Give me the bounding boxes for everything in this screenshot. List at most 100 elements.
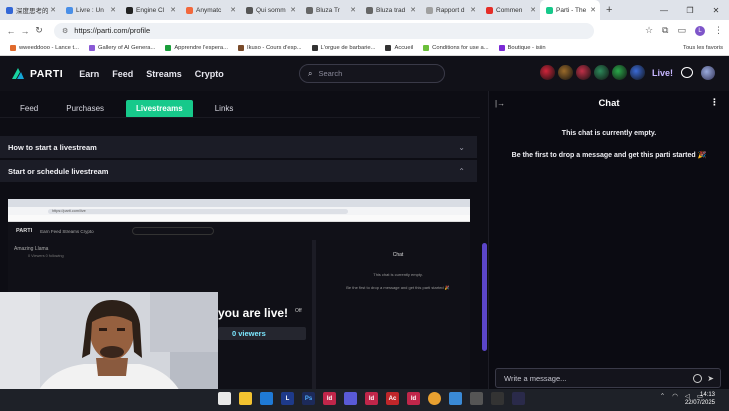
nav-item-crypto[interactable]: Crypto [195,69,224,79]
new-tab-icon[interactable]: + [600,4,618,16]
sidebar-icon[interactable]: ▭ [677,25,686,36]
indesign-3-icon[interactable]: Id [407,392,420,405]
nested-chat-first: Be the first to drop a message and get t… [346,285,450,290]
bookmark-item[interactable]: Apprendre l'espera... [165,45,228,51]
bookmark-item[interactable]: Accueil [385,45,413,51]
achievement-badge-icon[interactable] [557,65,573,80]
maximize-icon[interactable]: ❐ [677,6,703,15]
nested-search [131,227,214,235]
send-icon[interactable]: ➤ [707,374,714,383]
achievement-badge-icon[interactable] [629,65,645,80]
tab-close-icon[interactable]: ✕ [110,6,120,14]
tab-close-icon[interactable]: ✕ [170,6,180,14]
chrome-icon[interactable] [428,392,441,405]
emoji-icon[interactable] [693,373,703,383]
bookmark-item[interactable]: Boutique - isiin [498,45,546,51]
user-avatar[interactable] [701,65,715,80]
tab-close-icon[interactable]: ✕ [50,6,60,14]
nav-item-earn[interactable]: Earn [79,69,99,79]
browser-tab[interactable]: Anymatc ✕ [180,0,240,20]
bookmark-item[interactable]: wweeddooo - Lance t... [10,45,79,51]
browser-tab[interactable]: Rapport d ✕ [420,0,480,20]
browser-profile-avatar[interactable]: L [695,25,705,36]
nested-scroll-divider [312,240,316,389]
tab-close-icon[interactable]: ✕ [590,6,600,14]
indesign-icon[interactable]: Id [323,392,336,405]
achievement-badge-icon[interactable] [575,65,591,80]
search-input[interactable] [318,69,429,78]
acrobat-icon[interactable]: Ac [386,392,399,405]
tray-chevron-icon[interactable]: ⌃ [660,392,665,400]
tab-favicon-icon [246,6,253,14]
tab-favicon-icon [66,6,73,14]
nested-chat-title: Chat [392,252,404,258]
obs-icon[interactable] [491,392,504,405]
taskbar-app-2-icon[interactable] [449,392,462,405]
browser-tab[interactable]: Bluza trad ✕ [360,0,420,20]
message-input[interactable] [504,373,684,383]
browser-tab[interactable]: Engine Cl ✕ [120,0,180,20]
taskbar-clock[interactable]: 14:13 22/07/2025 [685,391,715,407]
bookmark-label: Apprendre l'espera... [174,45,228,51]
search-box[interactable]: ⌕ [299,64,445,83]
extensions-icon[interactable]: ⧉ [662,25,668,36]
edge-browser-icon[interactable] [260,392,273,405]
browser-menu-icon[interactable]: ⋮ [714,25,723,36]
vertical-scrollbar[interactable] [480,91,488,389]
browser-tab[interactable]: Qui somm ✕ [240,0,300,20]
bookmark-item[interactable]: Ikuso - Cours d'esp... [237,45,302,51]
bookmark-star-icon[interactable]: ☆ [645,25,653,36]
minimize-icon[interactable]: — [651,6,677,15]
app-l-icon[interactable]: L [281,392,294,405]
taskbar-app-icon[interactable] [218,392,231,405]
bookmark-item[interactable]: L'orgue de barbarie... [311,45,376,51]
photoshop-icon[interactable]: Ps [302,392,315,405]
wifi-icon[interactable]: ◠ [672,392,678,400]
browser-tab[interactable]: Commen ✕ [480,0,540,20]
tab-close-icon[interactable]: ✕ [350,6,360,14]
discord-icon[interactable] [512,392,525,405]
tab-livestreams[interactable]: Livestreams [126,99,193,118]
chevron-down-icon: ⌄ [458,142,465,152]
live-link[interactable]: Live! [652,68,673,78]
tab-close-icon[interactable]: ✕ [290,6,300,14]
file-explorer-icon[interactable] [239,392,252,405]
forward-icon[interactable]: → [18,26,32,36]
bookmark-item[interactable]: Gallery of AI Genera... [88,45,155,51]
browser-tab[interactable]: Parti - The ✕ [540,0,600,20]
all-bookmarks-link[interactable]: Tous les favoris [683,45,729,51]
chat-bubble-icon[interactable] [681,67,693,78]
bookmark-label: L'orgue de barbarie... [320,45,376,51]
close-window-icon[interactable]: ✕ [703,6,729,15]
settings-gear-icon[interactable] [470,392,483,405]
scrollbar-thumb[interactable] [482,243,487,351]
nav-item-streams[interactable]: Streams [146,69,182,79]
teams-icon[interactable] [344,392,357,405]
tab-feed[interactable]: Feed [0,100,52,118]
site-info-icon[interactable]: ⚙ [62,27,68,35]
tab-close-icon[interactable]: ✕ [410,6,420,14]
browser-tab[interactable]: Bluza Tr ✕ [300,0,360,20]
browser-tab[interactable]: Livre : Un ✕ [60,0,120,20]
chat-menu-icon[interactable]: ⋮ [710,97,719,108]
nav-item-feed[interactable]: Feed [112,69,133,79]
tab-close-icon[interactable]: ✕ [530,6,540,14]
site-logo[interactable]: PARTI [10,67,63,81]
achievement-badge-icon[interactable] [539,65,555,80]
accordion-start-schedule[interactable]: Start or schedule livestream ⌃ [0,160,477,182]
accordion-how-to-start[interactable]: How to start a livestream ⌄ [0,136,477,158]
url-field[interactable]: ⚙ https://parti.com/profile [54,22,594,39]
achievement-badge-icon[interactable] [593,65,609,80]
tab-close-icon[interactable]: ✕ [470,6,480,14]
achievement-badge-icon[interactable] [611,65,627,80]
site-header: PARTI Earn Feed Streams Crypto ⌕ Live! [0,56,729,91]
indesign-2-icon[interactable]: Id [365,392,378,405]
message-box[interactable]: ➤ [495,368,721,388]
browser-tab[interactable]: 深度思考的 ✕ [0,0,60,20]
back-icon[interactable]: ← [4,26,18,36]
tab-close-icon[interactable]: ✕ [230,6,240,14]
tab-links[interactable]: Links [201,100,248,118]
tab-purchases[interactable]: Purchases [52,100,118,118]
bookmark-item[interactable]: Conditions for use a... [423,45,489,51]
reload-icon[interactable]: ↻ [32,25,46,36]
